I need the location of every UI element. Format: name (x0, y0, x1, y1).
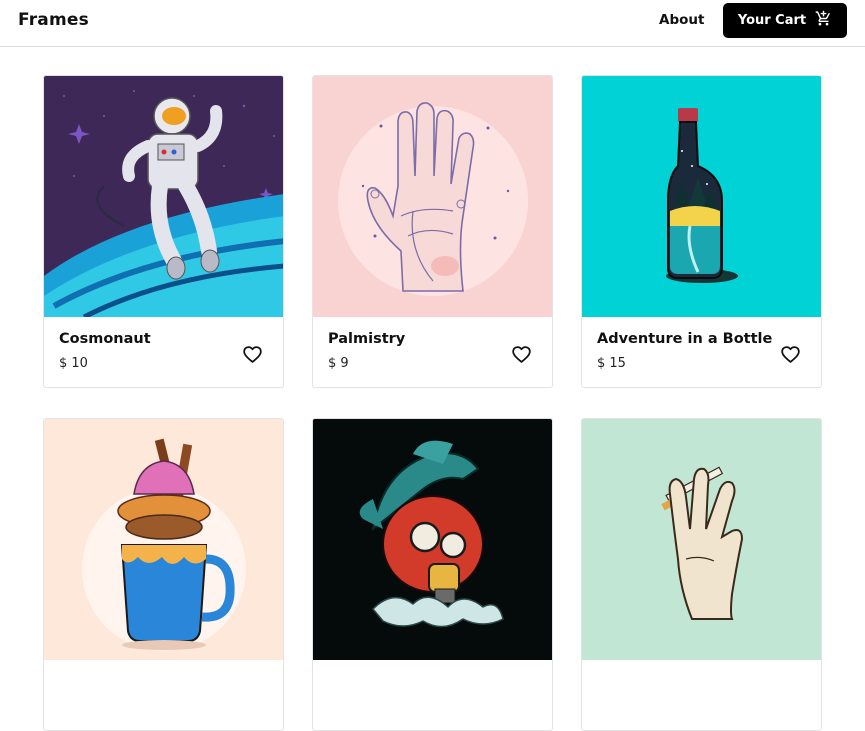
product-card-adventure-in-a-bottle[interactable]: Adventure in a Bottle $ 15 (581, 75, 822, 388)
product-image-gas-mask-fish[interactable] (313, 419, 552, 660)
site-header: Frames About Your Cart (0, 0, 865, 47)
cart-button-label: Your Cart (737, 13, 807, 28)
your-cart-button[interactable]: Your Cart (723, 3, 847, 38)
heart-outline-icon[interactable] (778, 342, 802, 366)
shopping-cart-icon (815, 10, 832, 31)
product-card-milkshake[interactable] (43, 418, 284, 731)
product-image-palmistry[interactable] (313, 76, 552, 317)
product-card-gas-mask-fish[interactable] (312, 418, 553, 731)
product-card-smoking-hand[interactable] (581, 418, 822, 731)
brand-logo[interactable]: Frames (18, 10, 89, 30)
product-price: $ 10 (59, 356, 88, 371)
product-price: $ 9 (328, 356, 349, 371)
product-image-milkshake[interactable] (44, 419, 283, 660)
heart-outline-icon[interactable] (240, 342, 264, 366)
heart-outline-icon[interactable] (509, 342, 533, 366)
product-title[interactable]: Palmistry (328, 331, 405, 347)
product-image-cosmonaut[interactable] (44, 76, 283, 317)
nav-about-link[interactable]: About (659, 12, 704, 28)
product-title[interactable]: Cosmonaut (59, 331, 151, 347)
product-card-palmistry[interactable]: Palmistry $ 9 (312, 75, 553, 388)
product-card-cosmonaut[interactable]: Cosmonaut $ 10 (43, 75, 284, 388)
product-image-adventure-in-a-bottle[interactable] (582, 76, 821, 317)
product-title[interactable]: Adventure in a Bottle (597, 331, 772, 347)
product-price: $ 15 (597, 356, 626, 371)
product-image-smoking-hand[interactable] (582, 419, 821, 660)
